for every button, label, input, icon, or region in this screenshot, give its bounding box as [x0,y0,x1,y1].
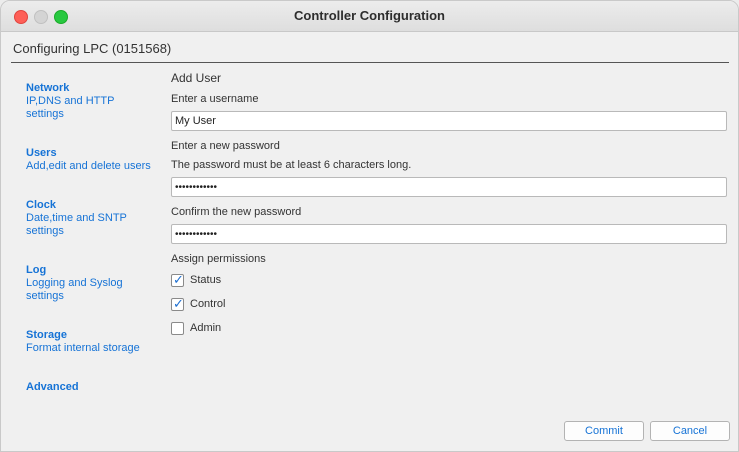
window-title: Controller Configuration [294,8,445,23]
password-hint: The password must be at least 6 characte… [171,159,412,171]
dialog-window: Controller Configuration Configuring LPC… [0,0,739,452]
sidebar-item-desc: Date,time and SNTP [26,212,127,224]
commit-button[interactable]: Commit [564,421,644,441]
confirm-password-field[interactable]: •••••••••••• [171,224,727,244]
sidebar-item-storage[interactable]: Storage Format internal storage [26,329,176,355]
sidebar-item-desc: Logging and Syslog [26,277,123,289]
sidebar-item-desc: IP,DNS and HTTP [26,95,115,107]
username-label: Enter a username [171,93,259,105]
sidebar-item-desc: Format internal storage [26,342,140,354]
sidebar-item-advanced[interactable]: Advanced [26,381,176,394]
sidebar-item-desc: settings [26,225,64,237]
sidebar-item-desc: settings [26,290,64,302]
status-checkbox-label: Status [190,274,222,286]
checkmark-icon: ✓ [173,296,184,311]
status-checkbox[interactable]: ✓ [171,272,184,287]
form-heading: Add User [171,71,222,85]
configuring-label: Configuring LPC (0151568) [13,41,172,56]
admin-checkbox-label: Admin [190,322,222,334]
password-field[interactable]: •••••••••••• [171,177,727,197]
permissions-label: Assign permissions [171,253,266,265]
sidebar-item-title: Users [26,147,57,159]
header-divider [11,62,729,63]
confirm-password-label: Confirm the new password [171,206,302,218]
admin-checkbox[interactable] [171,322,184,335]
sidebar-item-clock[interactable]: Clock Date,time and SNTP settings [26,199,176,238]
checkmark-icon: ✓ [173,272,184,287]
password-label: Enter a new password [171,140,280,152]
username-field[interactable] [171,111,727,131]
cancel-button[interactable]: Cancel [650,421,730,441]
sidebar-item-desc: settings [26,108,64,120]
sidebar-item-desc: Add,edit and delete users [26,160,151,172]
sidebar-item-log[interactable]: Log Logging and Syslog settings [26,264,176,303]
control-checkbox[interactable]: ✓ [171,296,184,311]
sidebar-item-title: Advanced [26,381,79,393]
title-bar: Controller Configuration [1,1,738,32]
control-checkbox-label: Control [190,298,226,310]
sidebar-item-title: Log [26,264,47,276]
sidebar-item-title: Storage [26,329,67,341]
sidebar-item-title: Network [26,82,70,94]
sidebar-item-users[interactable]: Users Add,edit and delete users [26,147,176,173]
sidebar-item-title: Clock [26,199,56,211]
sidebar-item-network[interactable]: Network IP,DNS and HTTP settings [26,82,176,121]
